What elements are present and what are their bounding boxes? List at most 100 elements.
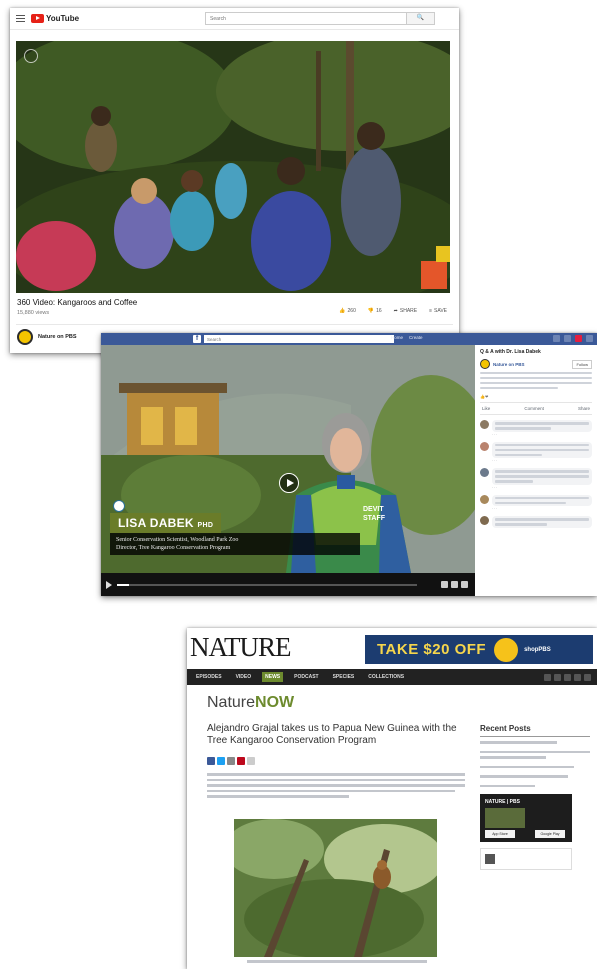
post-text-line xyxy=(480,381,592,384)
video-progress-bar[interactable] xyxy=(117,584,417,586)
thumbs-up-icon: 👍 xyxy=(339,308,346,314)
post-action-row: Like Comment Share xyxy=(480,402,592,415)
google-play-button[interactable]: Google Play xyxy=(535,830,565,838)
nature-logo[interactable]: NATURE xyxy=(190,632,291,663)
promo-logo: NATURE | PBS xyxy=(485,799,520,805)
comment: · · · xyxy=(480,441,592,463)
app-store-button[interactable]: App Store xyxy=(485,830,515,838)
facebook-share-icon[interactable] xyxy=(207,757,215,765)
recent-post-link[interactable] xyxy=(480,784,590,787)
divider xyxy=(16,324,453,325)
email-share-icon[interactable] xyxy=(227,757,235,765)
channel-name[interactable]: Nature on PBS xyxy=(38,334,77,340)
nav-create[interactable]: Create xyxy=(409,335,423,340)
post-panel-title: Q & A with Dr. Lisa Dabek xyxy=(480,349,541,355)
nav-news[interactable]: NEWS xyxy=(262,672,284,682)
nav-episodes[interactable]: EPISODES xyxy=(193,672,225,682)
commenter-avatar[interactable] xyxy=(480,516,489,525)
comment-bubble xyxy=(492,516,592,528)
help-icon[interactable] xyxy=(586,335,593,342)
tree-kangaroo-photo[interactable] xyxy=(234,819,437,957)
youtube-logo[interactable]: YouTube xyxy=(31,14,79,23)
dislike-button[interactable]: 👎 16 xyxy=(368,308,382,314)
save-button[interactable]: ≡ SAVE xyxy=(429,308,447,314)
youtube-360-video[interactable] xyxy=(16,41,450,293)
share-label: SHARE xyxy=(399,308,418,314)
jacket-text-2: STAFF xyxy=(363,515,386,522)
jacket-text-1: DEVIT xyxy=(363,506,384,513)
widget-thumbnail xyxy=(485,854,495,864)
comment: · · · xyxy=(480,420,592,437)
share-button[interactable]: ➦ SHARE xyxy=(394,308,417,314)
notifications-icon[interactable] xyxy=(575,335,582,342)
follow-button[interactable]: Follow xyxy=(572,359,592,369)
comment-meta[interactable]: · · · xyxy=(492,433,592,437)
comment-bubble xyxy=(492,441,592,458)
friends-icon[interactable] xyxy=(553,335,560,342)
twitter-share-icon[interactable] xyxy=(217,757,225,765)
commenter-avatar[interactable] xyxy=(480,441,489,451)
body-text-line xyxy=(207,789,455,792)
page-avatar[interactable] xyxy=(480,359,490,369)
facebook-logo-icon[interactable]: f xyxy=(193,335,201,343)
youtube-card: YouTube 🔍 xyxy=(10,8,459,353)
menu-icon[interactable] xyxy=(16,15,25,22)
sidebar-widget[interactable] xyxy=(480,848,572,870)
nav-home[interactable]: Home xyxy=(391,335,403,340)
post-author[interactable]: Nature on PBS xyxy=(493,362,525,367)
nav-collections[interactable]: COLLECTIONS xyxy=(365,672,407,682)
recent-post-link[interactable] xyxy=(480,750,590,759)
commenter-avatar[interactable] xyxy=(480,468,489,477)
channel-info[interactable]: Nature on PBS xyxy=(17,329,77,345)
play-icon[interactable] xyxy=(279,473,299,493)
settings-icon[interactable] xyxy=(441,581,448,588)
recent-post-link[interactable] xyxy=(480,741,590,744)
search-icon[interactable]: 🔍 xyxy=(406,13,435,24)
comment xyxy=(480,516,592,528)
post-text-line xyxy=(480,371,592,374)
body-text-line xyxy=(207,778,465,781)
advertisement-banner[interactable]: TAKE $20 OFF shopPBS xyxy=(365,635,593,664)
youtube-icon[interactable] xyxy=(574,673,581,681)
comment-meta[interactable]: · · · xyxy=(492,486,592,490)
recent-posts-heading: Recent Posts xyxy=(480,724,531,733)
fb-share-button[interactable]: Share xyxy=(578,406,590,411)
nature-now-logo[interactable]: NatureNOW xyxy=(207,694,294,712)
fb-comment-button[interactable]: Comment xyxy=(524,406,544,411)
article-title: Alejandro Grajal takes us to Papua New G… xyxy=(207,723,457,746)
facebook-icon[interactable] xyxy=(544,673,551,681)
recent-post-link[interactable] xyxy=(480,765,590,768)
recent-post-link[interactable] xyxy=(480,775,590,778)
commenter-avatar[interactable] xyxy=(480,420,489,429)
youtube-search-input[interactable] xyxy=(206,13,407,24)
youtube-search-bar: 🔍 xyxy=(205,12,436,25)
post-stats: 👍❤ xyxy=(480,394,592,399)
search-icon[interactable] xyxy=(584,673,591,681)
messages-icon[interactable] xyxy=(564,335,571,342)
nav-species[interactable]: SPECIES xyxy=(330,672,358,682)
like-button[interactable]: 👍 260 xyxy=(339,308,356,314)
fb-like-button[interactable]: Like xyxy=(482,406,490,411)
channel-avatar[interactable] xyxy=(17,329,33,345)
nav-video[interactable]: VIDEO xyxy=(233,672,255,682)
comment-meta[interactable]: · · · xyxy=(492,507,592,511)
instagram-icon[interactable] xyxy=(564,673,571,681)
reactions-summary[interactable]: 👍❤ xyxy=(480,394,488,399)
play-pause-icon[interactable] xyxy=(106,581,112,589)
nav-podcast[interactable]: PODCAST xyxy=(291,672,321,682)
commenter-avatar[interactable] xyxy=(480,494,489,504)
more-share-icon[interactable] xyxy=(247,757,255,765)
thumbs-down-icon: 👎 xyxy=(367,308,375,314)
pinterest-share-icon[interactable] xyxy=(237,757,245,765)
post-text-line xyxy=(480,386,559,389)
twitter-icon[interactable] xyxy=(554,673,561,681)
nature-header: NATURE TAKE $20 OFF shopPBS xyxy=(187,628,597,666)
360-compass-icon[interactable] xyxy=(24,49,38,63)
comment-bubble xyxy=(492,494,592,506)
fullscreen-icon[interactable] xyxy=(461,581,468,588)
app-promo[interactable]: NATURE | PBS App Store Google Play xyxy=(480,794,572,842)
facebook-search-input[interactable] xyxy=(204,335,394,343)
facebook-video-player[interactable]: DEVIT STAFF LISA DABEK PHD Senior Conser… xyxy=(101,345,475,596)
volume-icon[interactable] xyxy=(451,581,458,588)
comment-meta[interactable]: · · · xyxy=(492,459,592,463)
